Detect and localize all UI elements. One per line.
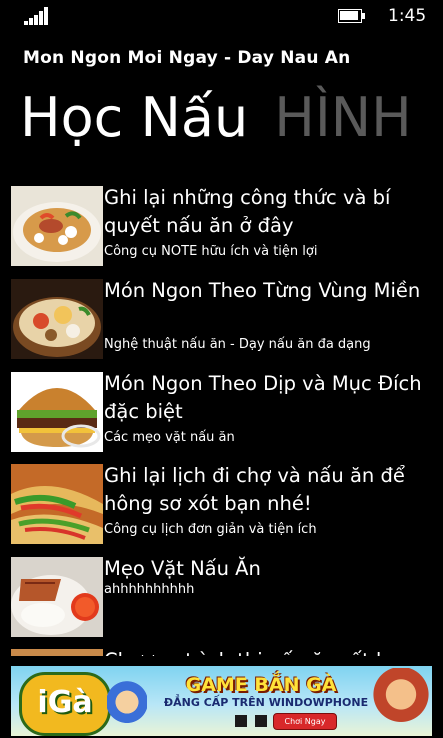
play-now-button[interactable]: Chơi Ngay (273, 713, 337, 730)
list-item[interactable]: Mẹo Vặt Nấu Ăn ahhhhhhhhhh (0, 557, 443, 647)
item-subtitle: Nghệ thuật nấu ăn - Dạy nấu ăn đa dạng (104, 337, 371, 352)
list-item[interactable]: Ghi lại những công thức và bí quyết nấu … (0, 186, 443, 276)
item-title: Món Ngon Theo Từng Vùng Miền (104, 279, 421, 302)
item-title: Món Ngon Theo Dịp và Mục Đích đặc biệt (104, 372, 422, 423)
menu-list: Ghi lại những công thức và bí quyết nấu … (0, 186, 443, 656)
windows-phone-icon (255, 715, 267, 727)
burger-image (11, 372, 103, 452)
battery-charging-icon (338, 9, 366, 23)
status-bar: 1:45 (0, 0, 443, 34)
list-item[interactable]: Ghi lại lịch đi chợ và nấu ăn để hông sơ… (0, 464, 443, 554)
cartoon-character-image (107, 676, 147, 734)
ad-tagline: ĐẲNG CẤP TRÊN WINDOWPHONE (163, 696, 369, 709)
signal-strength-icon (24, 7, 50, 25)
clock: 1:45 (388, 6, 427, 26)
item-title: Mẹo Vặt Nấu Ăn (104, 557, 261, 580)
cooking-show-image (11, 649, 103, 656)
game-logo: iGà (19, 672, 111, 736)
item-subtitle: Công cụ lịch đơn giản và tiện ích (104, 522, 317, 537)
windows-store-icon (235, 715, 247, 727)
ad-banner[interactable]: iGà GAME BẮN GÀ ĐẲNG CẤP TRÊN WINDOWPHON… (11, 666, 432, 736)
item-subtitle: Các mẹo vặt nấu ăn (104, 430, 235, 445)
hotpot-image (11, 279, 103, 359)
item-title: Ghi lại lịch đi chợ và nấu ăn để hông sơ… (104, 464, 405, 515)
cartoon-character-image (371, 668, 431, 734)
pivot-tab-hoc-nau[interactable]: Học Nấu (20, 86, 248, 149)
noodle-bowl-image (11, 186, 103, 266)
pivot-header: Học Nấu HÌNH (20, 83, 412, 153)
rice-plate-image (11, 557, 103, 637)
item-title: Chương trình thi nấu ăn rất hay (104, 647, 436, 656)
item-subtitle: ahhhhhhhhhh (104, 582, 195, 597)
item-title: Ghi lại những công thức và bí quyết nấu … (104, 186, 391, 237)
list-item[interactable]: Món Ngon Theo Từng Vùng Miền Nghệ thuật … (0, 279, 443, 369)
list-item[interactable]: Món Ngon Theo Dịp và Mục Đích đặc biệt C… (0, 372, 443, 462)
item-subtitle: Công cụ NOTE hữu ích và tiện lợi (104, 244, 318, 259)
pivot-tab-hinh[interactable]: HÌNH (274, 86, 412, 149)
tacos-image (11, 464, 103, 544)
app-title: Mon Ngon Moi Ngay - Day Nau An (23, 48, 351, 68)
ad-headline: GAME BẮN GÀ (185, 674, 337, 696)
list-item[interactable]: Chương trình thi nấu ăn rất hay (0, 649, 443, 656)
